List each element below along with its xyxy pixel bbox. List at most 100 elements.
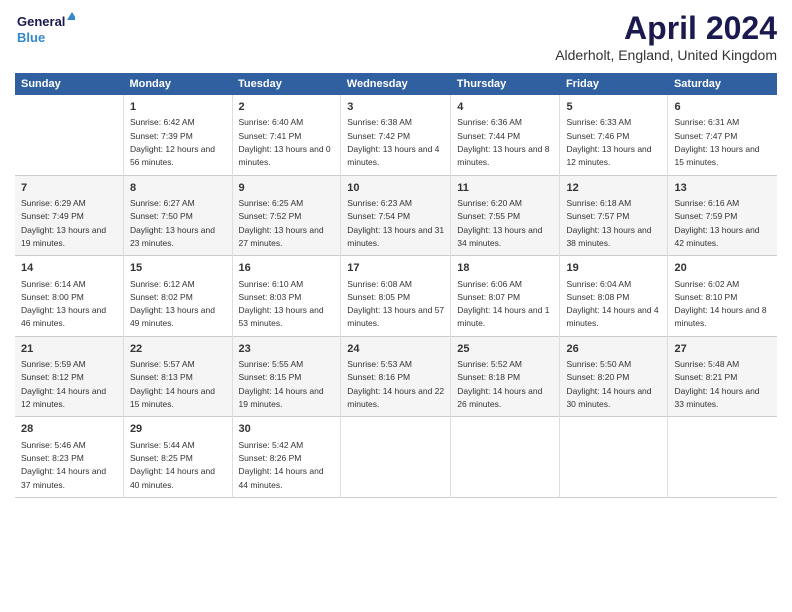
table-row: 26 Sunrise: 5:50 AMSunset: 8:20 PMDayligh… — [560, 336, 668, 417]
sunrise-text: Sunrise: 5:50 AMSunset: 8:20 PMDaylight:… — [566, 359, 651, 409]
sunrise-text: Sunrise: 6:23 AMSunset: 7:54 PMDaylight:… — [347, 198, 444, 248]
sunrise-text: Sunrise: 5:52 AMSunset: 8:18 PMDaylight:… — [457, 359, 542, 409]
day-number: 9 — [239, 181, 335, 196]
sunrise-text: Sunrise: 6:38 AMSunset: 7:42 PMDaylight:… — [347, 117, 439, 167]
day-number: 26 — [566, 342, 661, 357]
day-number: 27 — [674, 342, 771, 357]
table-row — [15, 95, 123, 175]
title-block: April 2024 Alderholt, England, United Ki… — [555, 10, 777, 69]
table-row: 9 Sunrise: 6:25 AMSunset: 7:52 PMDaylight… — [232, 175, 341, 256]
sunrise-text: Sunrise: 6:08 AMSunset: 8:05 PMDaylight:… — [347, 279, 444, 329]
month-title: April 2024 — [555, 10, 777, 47]
day-number: 23 — [239, 342, 335, 357]
sunrise-text: Sunrise: 6:25 AMSunset: 7:52 PMDaylight:… — [239, 198, 324, 248]
header-wednesday: Wednesday — [341, 73, 451, 95]
svg-text:General: General — [17, 14, 65, 29]
sunrise-text: Sunrise: 6:29 AMSunset: 7:49 PMDaylight:… — [21, 198, 106, 248]
day-number: 11 — [457, 181, 553, 196]
logo: General Blue — [15, 10, 75, 48]
day-number: 30 — [239, 422, 335, 437]
svg-text:Blue: Blue — [17, 30, 45, 45]
sunrise-text: Sunrise: 5:42 AMSunset: 8:26 PMDaylight:… — [239, 440, 324, 490]
sunrise-text: Sunrise: 5:55 AMSunset: 8:15 PMDaylight:… — [239, 359, 324, 409]
table-row: 19 Sunrise: 6:04 AMSunset: 8:08 PMDayligh… — [560, 256, 668, 337]
sunrise-text: Sunrise: 5:53 AMSunset: 8:16 PMDaylight:… — [347, 359, 444, 409]
table-row — [451, 417, 560, 498]
day-number: 8 — [130, 181, 226, 196]
day-number: 14 — [21, 261, 117, 276]
header-tuesday: Tuesday — [232, 73, 341, 95]
day-number: 4 — [457, 100, 553, 115]
day-number: 18 — [457, 261, 553, 276]
table-row: 13Sunrise: 6:16 AMSunset: 7:59 PMDayligh… — [668, 175, 777, 256]
day-number: 22 — [130, 342, 226, 357]
sunrise-text: Sunrise: 5:57 AMSunset: 8:13 PMDaylight:… — [130, 359, 215, 409]
day-number: 3 — [347, 100, 444, 115]
table-row: 10 Sunrise: 6:23 AMSunset: 7:54 PMDayligh… — [341, 175, 451, 256]
table-row: 24Sunrise: 5:53 AMSunset: 8:16 PMDayligh… — [341, 336, 451, 417]
day-number: 25 — [457, 342, 553, 357]
sunrise-text: Sunrise: 5:48 AMSunset: 8:21 PMDaylight:… — [674, 359, 759, 409]
day-number: 19 — [566, 261, 661, 276]
sunrise-text: Sunrise: 6:10 AMSunset: 8:03 PMDaylight:… — [239, 279, 324, 329]
header-sunday: Sunday — [15, 73, 123, 95]
table-row — [341, 417, 451, 498]
table-row: 11 Sunrise: 6:20 AMSunset: 7:55 PMDayligh… — [451, 175, 560, 256]
day-number: 1 — [130, 100, 226, 115]
day-number: 7 — [21, 181, 117, 196]
sunrise-text: Sunrise: 6:18 AMSunset: 7:57 PMDaylight:… — [566, 198, 651, 248]
day-number: 29 — [130, 422, 226, 437]
day-number: 12 — [566, 181, 661, 196]
table-row: 16 Sunrise: 6:10 AMSunset: 8:03 PMDayligh… — [232, 256, 341, 337]
table-row: 14 Sunrise: 6:14 AMSunset: 8:00 PMDayligh… — [15, 256, 123, 337]
day-number: 2 — [239, 100, 335, 115]
calendar-container: General Blue April 2024 Alderholt, Engla… — [0, 0, 792, 508]
day-number: 16 — [239, 261, 335, 276]
table-row — [560, 417, 668, 498]
table-row: 2Sunrise: 6:40 AMSunset: 7:41 PMDaylight… — [232, 95, 341, 175]
header-monday: Monday — [123, 73, 232, 95]
sunrise-text: Sunrise: 6:20 AMSunset: 7:55 PMDaylight:… — [457, 198, 542, 248]
table-row: 7 Sunrise: 6:29 AMSunset: 7:49 PMDaylight… — [15, 175, 123, 256]
table-row: 1 Sunrise: 6:42 AMSunset: 7:39 PMDaylight… — [123, 95, 232, 175]
calendar-table: Sunday Monday Tuesday Wednesday Thursday… — [15, 73, 777, 498]
table-row: 28 Sunrise: 5:46 AMSunset: 8:23 PMDayligh… — [15, 417, 123, 498]
table-row: 20 Sunrise: 6:02 AMSunset: 8:10 PMDayligh… — [668, 256, 777, 337]
header-saturday: Saturday — [668, 73, 777, 95]
day-number: 28 — [21, 422, 117, 437]
weekday-header-row: Sunday Monday Tuesday Wednesday Thursday… — [15, 73, 777, 95]
table-row: 17 Sunrise: 6:08 AMSunset: 8:05 PMDayligh… — [341, 256, 451, 337]
table-row: 25 Sunrise: 5:52 AMSunset: 8:18 PMDayligh… — [451, 336, 560, 417]
calendar-week-row: 7 Sunrise: 6:29 AMSunset: 7:49 PMDaylight… — [15, 175, 777, 256]
table-row: 5 Sunrise: 6:33 AMSunset: 7:46 PMDaylight… — [560, 95, 668, 175]
table-row: 6Sunrise: 6:31 AMSunset: 7:47 PMDaylight… — [668, 95, 777, 175]
day-number: 5 — [566, 100, 661, 115]
table-row: 23 Sunrise: 5:55 AMSunset: 8:15 PMDayligh… — [232, 336, 341, 417]
table-row: 18 Sunrise: 6:06 AMSunset: 8:07 PMDayligh… — [451, 256, 560, 337]
sunrise-text: Sunrise: 6:14 AMSunset: 8:00 PMDaylight:… — [21, 279, 106, 329]
sunrise-text: Sunrise: 5:59 AMSunset: 8:12 PMDaylight:… — [21, 359, 106, 409]
table-row: 8 Sunrise: 6:27 AMSunset: 7:50 PMDaylight… — [123, 175, 232, 256]
sunrise-text: Sunrise: 6:36 AMSunset: 7:44 PMDaylight:… — [457, 117, 549, 167]
sunrise-text: Sunrise: 6:42 AMSunset: 7:39 PMDaylight:… — [130, 117, 215, 167]
sunrise-text: Sunrise: 6:27 AMSunset: 7:50 PMDaylight:… — [130, 198, 215, 248]
day-number: 10 — [347, 181, 444, 196]
sunrise-text: Sunrise: 5:46 AMSunset: 8:23 PMDaylight:… — [21, 440, 106, 490]
table-row: 30 Sunrise: 5:42 AMSunset: 8:26 PMDayligh… — [232, 417, 341, 498]
table-row: 12 Sunrise: 6:18 AMSunset: 7:57 PMDayligh… — [560, 175, 668, 256]
day-number: 21 — [21, 342, 117, 357]
day-number: 20 — [674, 261, 771, 276]
sunrise-text: Sunrise: 6:02 AMSunset: 8:10 PMDaylight:… — [674, 279, 766, 329]
sunrise-text: Sunrise: 6:04 AMSunset: 8:08 PMDaylight:… — [566, 279, 658, 329]
day-number: 17 — [347, 261, 444, 276]
location-subtitle: Alderholt, England, United Kingdom — [555, 47, 777, 63]
table-row: 4 Sunrise: 6:36 AMSunset: 7:44 PMDaylight… — [451, 95, 560, 175]
table-row: 22 Sunrise: 5:57 AMSunset: 8:13 PMDayligh… — [123, 336, 232, 417]
table-row — [668, 417, 777, 498]
table-row: 15Sunrise: 6:12 AMSunset: 8:02 PMDayligh… — [123, 256, 232, 337]
day-number: 6 — [674, 100, 771, 115]
sunrise-text: Sunrise: 6:33 AMSunset: 7:46 PMDaylight:… — [566, 117, 651, 167]
sunrise-text: Sunrise: 6:12 AMSunset: 8:02 PMDaylight:… — [130, 279, 215, 329]
sunrise-text: Sunrise: 5:44 AMSunset: 8:25 PMDaylight:… — [130, 440, 215, 490]
sunrise-text: Sunrise: 6:06 AMSunset: 8:07 PMDaylight:… — [457, 279, 549, 329]
